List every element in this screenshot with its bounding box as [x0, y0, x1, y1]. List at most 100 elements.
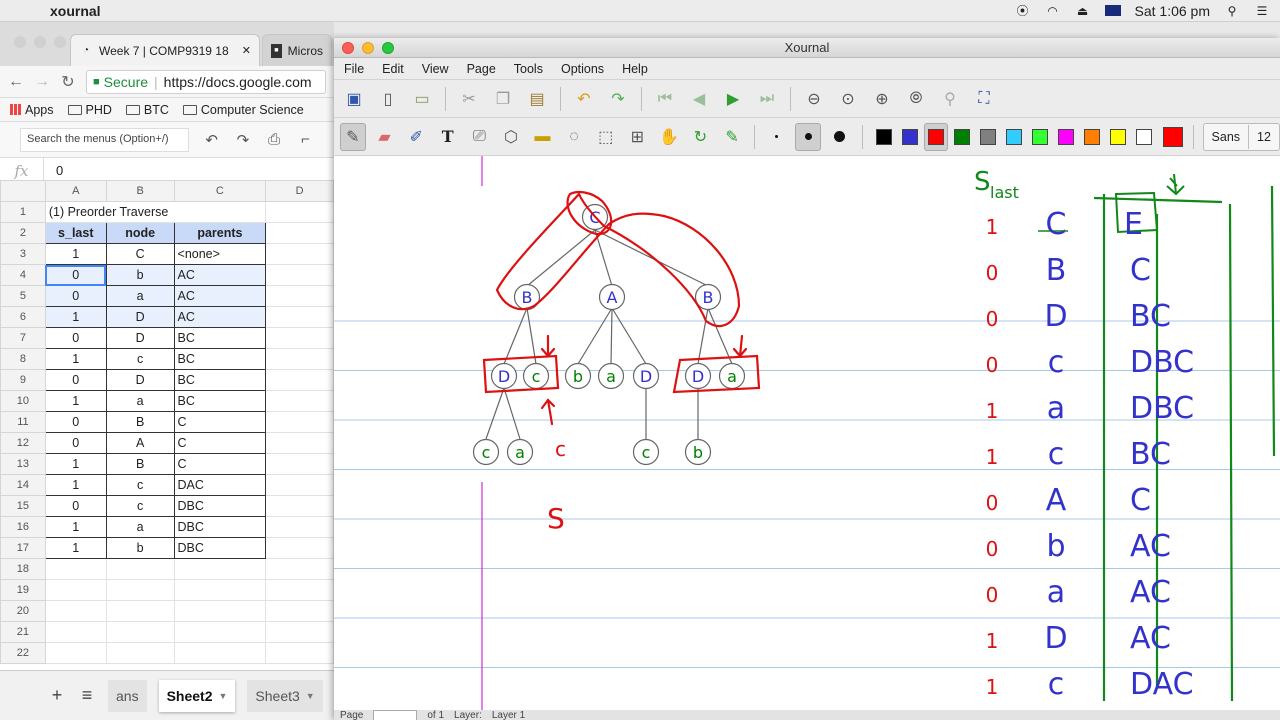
sheet-tab-ans[interactable]: ans [108, 679, 147, 712]
cell[interactable] [44, 579, 107, 601]
cell[interactable]: DBC [173, 495, 267, 517]
formula-input[interactable]: 0 [44, 163, 63, 178]
cell[interactable] [265, 621, 334, 643]
color-swatch-button[interactable] [1002, 123, 1026, 151]
cell[interactable]: a [105, 516, 175, 538]
new-page-icon[interactable]: ▯ [374, 85, 402, 113]
cell[interactable]: 1 [44, 243, 107, 265]
cell[interactable]: AC [173, 285, 267, 307]
row-header[interactable]: 12 [0, 432, 46, 454]
cell[interactable]: 0 [44, 264, 107, 286]
cell[interactable] [265, 306, 334, 328]
close-tab-icon[interactable]: ✕ [242, 44, 251, 57]
cell[interactable]: 0 [44, 411, 107, 433]
redo-icon[interactable]: ↷ [234, 131, 251, 149]
row-header[interactable]: 8 [0, 348, 46, 370]
menu-file[interactable]: File [344, 62, 364, 76]
row-header[interactable]: 7 [0, 327, 46, 349]
cell[interactable]: 1 [44, 390, 107, 412]
menu-options[interactable]: Options [561, 62, 604, 76]
record-icon[interactable]: ⦿ [1015, 4, 1031, 18]
fullscreen-icon[interactable]: ⛶ [970, 85, 998, 113]
thickness-medium-icon[interactable] [795, 122, 822, 151]
cell[interactable] [265, 285, 334, 307]
cell[interactable]: 0 [44, 327, 107, 349]
cell[interactable] [265, 453, 334, 475]
copy-icon[interactable]: ❐ [489, 85, 517, 113]
back-icon[interactable]: ← [8, 73, 24, 91]
cell[interactable]: c [105, 348, 175, 370]
menu-search-input[interactable]: Search the menus (Option+/) [20, 127, 190, 152]
cell[interactable]: b [105, 264, 175, 286]
color-swatch-button[interactable] [1054, 123, 1078, 151]
cell[interactable] [265, 369, 334, 391]
color-swatch-button[interactable] [898, 123, 922, 151]
open-icon[interactable]: ▭ [408, 85, 436, 113]
reload-icon[interactable]: ↻ [60, 72, 76, 92]
cell[interactable]: b [105, 537, 175, 559]
row-header[interactable]: 20 [0, 600, 46, 622]
cell[interactable]: C [173, 432, 267, 454]
list-icon[interactable]: ☰ [1254, 4, 1270, 18]
cell[interactable]: DBC [173, 537, 267, 559]
cell[interactable] [265, 201, 334, 223]
pen-icon[interactable]: ✎ [340, 122, 366, 151]
row-header[interactable]: 22 [0, 642, 46, 664]
color-swatch-button[interactable] [1028, 123, 1052, 151]
cell[interactable] [44, 600, 107, 622]
url-field[interactable]: ■ Secure | https://docs.google.com [86, 69, 326, 94]
hand-tool-icon[interactable]: ✋ [656, 123, 682, 151]
zoom-window-button[interactable] [54, 36, 66, 48]
cell[interactable] [173, 558, 267, 580]
next-page-icon[interactable]: ▶ [719, 85, 747, 113]
current-color-button[interactable] [1162, 123, 1184, 151]
cell[interactable]: DBC [173, 516, 267, 538]
cell[interactable] [265, 642, 334, 664]
cell[interactable] [265, 537, 334, 559]
cell[interactable]: parents [173, 222, 267, 244]
row-header[interactable]: 2 [0, 222, 46, 244]
color-swatch-button[interactable] [872, 123, 896, 151]
row-header[interactable]: 21 [0, 621, 46, 643]
row-header[interactable]: 15 [0, 495, 46, 517]
add-sheet-icon[interactable]: + [48, 685, 66, 706]
menu-edit[interactable]: Edit [382, 62, 404, 76]
last-page-icon[interactable]: ⏭ [753, 85, 781, 113]
page-number-input[interactable] [373, 710, 418, 720]
image-tool-icon[interactable]: ⎚ [467, 123, 493, 151]
cell[interactable]: D [105, 369, 175, 391]
cell[interactable] [44, 642, 107, 664]
cell[interactable]: AC [173, 264, 267, 286]
text-tool-icon[interactable]: T [435, 123, 461, 151]
minimize-window-button[interactable] [34, 36, 46, 48]
cell[interactable]: C [173, 453, 267, 475]
cell[interactable]: 1 [44, 516, 107, 538]
cell[interactable] [173, 642, 267, 664]
forward-icon[interactable]: → [34, 73, 50, 91]
minimize-window-button[interactable] [362, 42, 374, 54]
cell[interactable]: <none> [173, 243, 267, 265]
lasso-select-icon[interactable]: ◌ [561, 123, 587, 151]
row-header[interactable]: 18 [0, 558, 46, 580]
close-window-button[interactable] [342, 42, 354, 54]
bookmark-phd[interactable]: PHD [67, 103, 112, 117]
color-swatch-button[interactable] [923, 122, 948, 151]
cell[interactable] [265, 264, 334, 286]
select-all-corner[interactable] [0, 180, 46, 202]
column-header-a[interactable]: A [44, 180, 107, 202]
zoom-fit-icon[interactable]: ⊙ [834, 85, 862, 113]
column-header-b[interactable]: B [105, 180, 175, 202]
row-header[interactable]: 13 [0, 453, 46, 475]
row-header[interactable]: 11 [0, 411, 46, 433]
cell[interactable] [105, 642, 175, 664]
eraser-icon[interactable]: ▰ [372, 123, 398, 151]
cell[interactable] [105, 558, 175, 580]
color-swatch-button[interactable] [950, 123, 974, 151]
cell[interactable] [265, 390, 334, 412]
cell[interactable]: node [105, 222, 175, 244]
menu-view[interactable]: View [422, 62, 449, 76]
cell[interactable] [265, 495, 334, 517]
cell[interactable]: C [105, 243, 175, 265]
cell[interactable]: 1 [44, 537, 107, 559]
cell[interactable]: DAC [173, 474, 267, 496]
